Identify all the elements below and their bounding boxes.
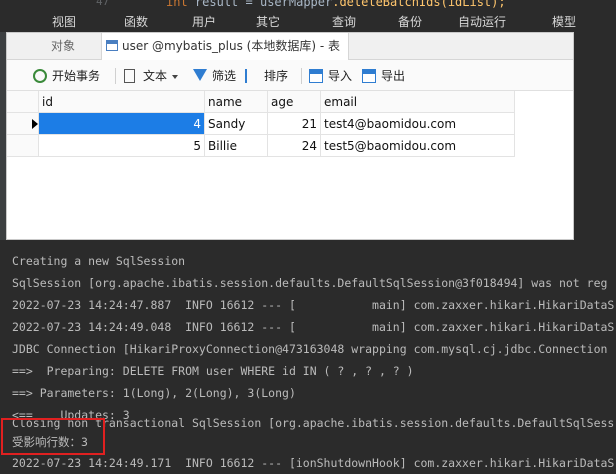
export-icon [362,69,376,83]
begin-transaction-button[interactable]: 开始事务 [33,67,100,85]
export-label: 导出 [381,69,406,83]
current-row-arrow-icon [32,119,38,129]
cell-id[interactable]: 4 [39,113,205,135]
navicat-table-window: 对象 user @mybatis_plus (本地数据库) - 表 开始事务 文… [6,32,574,240]
tab-bar: 对象 user @mybatis_plus (本地数据库) - 表 [7,33,573,60]
tab-user-table[interactable]: user @mybatis_plus (本地数据库) - 表 [101,33,349,60]
cell-name[interactable]: Billie [205,135,268,157]
begin-transaction-label: 开始事务 [52,69,101,83]
table-toolbar: 开始事务 文本 筛选 排序 导入 导出 [7,60,573,91]
console-line: ==> Preparing: DELETE FROM user WHERE id… [12,364,414,378]
cell-age[interactable]: 24 [268,135,321,157]
sort-button[interactable]: 排序 [245,67,288,85]
cell-email[interactable]: test5@baomidou.com [321,135,515,157]
navicat-menu-bar: 视图 函数 用户 其它 查询 备份 自动运行 模型 [0,12,616,32]
code-call: .deleteBatchIds(idList); [332,0,506,9]
row-indicator [7,91,39,113]
line-number: 47 [96,0,110,8]
column-header-id[interactable]: id [39,91,205,113]
filter-icon [193,69,207,81]
console-line: JDBC Connection [HikariProxyConnection@4… [12,342,608,356]
row-indicator[interactable] [7,135,39,157]
table-row[interactable]: 4 Sandy 21 test4@baomidou.com [7,113,515,135]
console-line: 2022-07-23 14:24:47.887 INFO 16612 --- [… [12,298,615,312]
console-line: Creating a new SqlSession [12,254,186,268]
import-button[interactable]: 导入 [309,67,352,85]
toolbar-divider [301,68,302,84]
text-label: 文本 [143,69,168,83]
ide-editor-strip: 47 int result = userMapper.deleteBatchId… [0,0,616,32]
menu-item-query[interactable]: 查询 [332,13,356,30]
export-button[interactable]: 导出 [362,67,405,85]
cell-name[interactable]: Sandy [205,113,268,135]
code-var: result [194,0,239,9]
console-line: ==> Parameters: 1(Long), 2(Long), 3(Long… [12,386,296,400]
cell-email[interactable]: test4@baomidou.com [321,113,515,135]
console-panel: Creating a new SqlSession SqlSession [or… [0,240,616,474]
cell-age[interactable]: 21 [268,113,321,135]
filter-button[interactable]: 筛选 [193,67,236,85]
menu-item-backup[interactable]: 备份 [398,13,422,30]
menu-item-model[interactable]: 模型 [552,13,576,30]
sort-label: 排序 [264,69,289,83]
console-line: 2022-07-23 14:24:49.171 INFO 16612 --- [… [12,456,615,470]
table-header-row: id name age email [7,91,515,113]
console-line: SqlSession [org.apache.ibatis.session.de… [12,276,608,290]
code-assign: = [238,0,260,9]
import-icon [309,69,323,83]
import-label: 导入 [328,69,353,83]
table-row[interactable]: 5 Billie 24 test5@baomidou.com [7,135,515,157]
column-header-name[interactable]: name [205,91,268,113]
text-document-icon [124,69,135,83]
filter-label: 筛选 [212,69,237,83]
console-line: 2022-07-23 14:24:49.048 INFO 16612 --- [… [12,320,615,334]
menu-item-function[interactable]: 函数 [124,13,148,30]
toolbar-divider [115,68,116,84]
table-icon [106,40,118,51]
menu-item-view[interactable]: 视图 [52,13,76,30]
code-keyword: int [166,0,188,9]
column-header-age[interactable]: age [268,91,321,113]
column-header-email[interactable]: email [321,91,515,113]
red-highlight-box [1,418,105,455]
menu-item-other[interactable]: 其它 [256,13,280,30]
code-line: int result = userMapper.deleteBatchIds(i… [166,0,506,9]
transaction-icon [33,69,47,83]
menu-item-autorun[interactable]: 自动运行 [458,13,506,30]
chevron-down-icon [172,74,179,79]
tab-user-table-label: user @mybatis_plus (本地数据库) - 表 [122,39,340,53]
tab-objects[interactable]: 对象 [51,33,75,59]
cell-id[interactable]: 5 [39,135,205,157]
sort-icon [245,69,255,83]
code-obj: userMapper [259,0,333,9]
menu-item-user[interactable]: 用户 [192,13,216,30]
row-indicator[interactable] [7,113,39,135]
text-button[interactable]: 文本 [124,67,179,85]
